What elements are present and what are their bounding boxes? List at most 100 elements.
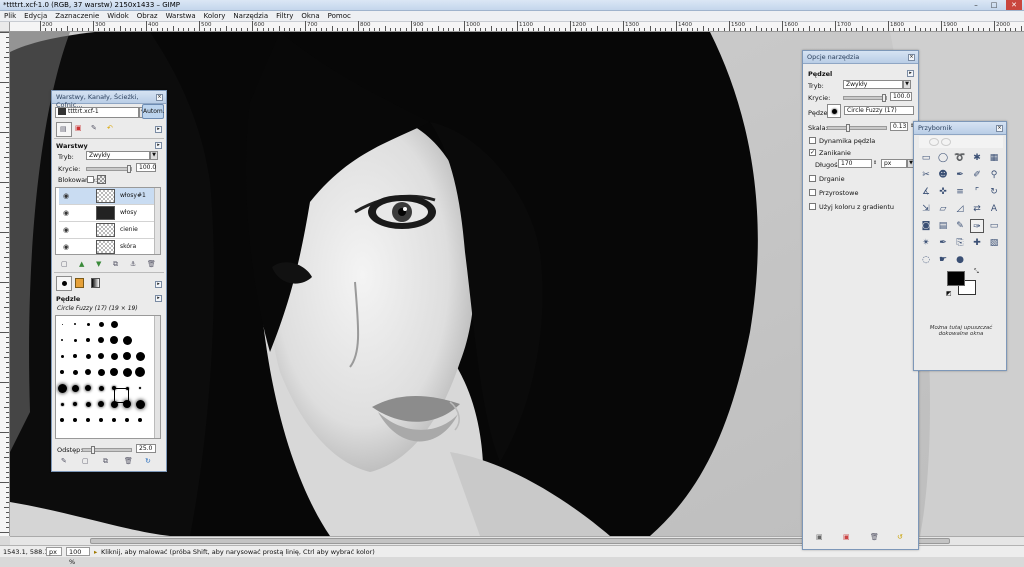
dodge-burn-icon[interactable]: ●: [953, 253, 967, 267]
brush-swatch[interactable]: [98, 353, 104, 359]
brush-swatch[interactable]: [73, 418, 77, 422]
layer-row[interactable]: ◉ skóra: [59, 239, 158, 254]
tab-paths[interactable]: ✎: [88, 122, 104, 137]
menu-view[interactable]: Widok: [103, 11, 133, 22]
brush-swatch[interactable]: [110, 320, 118, 328]
new-layer-icon[interactable]: ▢: [61, 260, 68, 268]
brush-swatch[interactable]: [60, 370, 64, 374]
tool-mode-chevron-icon[interactable]: ▼: [903, 80, 911, 89]
airbrush-icon[interactable]: ✴: [919, 236, 933, 250]
menu-help[interactable]: Pomoc: [324, 11, 355, 22]
auto-button[interactable]: Autom.: [142, 104, 165, 119]
paths-icon[interactable]: ✒: [953, 168, 967, 182]
brush-swatch[interactable]: [138, 418, 142, 422]
brush-swatch[interactable]: [98, 321, 104, 327]
brush-swatch[interactable]: [86, 338, 90, 342]
spacing-slider[interactable]: [82, 446, 132, 454]
align-icon[interactable]: ≡: [953, 185, 967, 199]
brush-swatch[interactable]: [122, 335, 132, 345]
visibility-eye-icon[interactable]: ◉: [63, 226, 69, 234]
brush-swatch[interactable]: [60, 418, 64, 422]
shear-icon[interactable]: ▱: [936, 202, 950, 216]
delete-brush-icon[interactable]: 🗑: [124, 457, 133, 465]
brush-swatch[interactable]: [73, 354, 77, 358]
brush-swatch[interactable]: [85, 353, 91, 359]
rect-select-icon[interactable]: ▭: [919, 151, 933, 165]
brush-dynamics-checkbox[interactable]: [809, 137, 816, 144]
move-icon[interactable]: ✜: [936, 185, 950, 199]
brush-swatch[interactable]: [122, 367, 132, 377]
tool-opacity-slider[interactable]: [843, 94, 887, 102]
eraser-icon[interactable]: ▭: [987, 219, 1001, 233]
duplicate-brush-icon[interactable]: ⧉: [103, 457, 108, 466]
zoom-select[interactable]: 100 %: [66, 547, 90, 566]
jitter-checkbox[interactable]: [809, 175, 816, 182]
scale-icon[interactable]: ⇲: [919, 202, 933, 216]
brush-swatch[interactable]: [60, 402, 64, 406]
restore-options-icon[interactable]: ▣: [843, 533, 850, 541]
brush-swatch[interactable]: [99, 418, 103, 422]
layer-row[interactable]: ◉ cienie: [59, 222, 158, 239]
refresh-brushes-icon[interactable]: ↻: [145, 457, 151, 465]
delete-options-icon[interactable]: 🗑: [870, 533, 879, 541]
tab-undo[interactable]: ↶: [104, 122, 120, 137]
reset-options-icon[interactable]: ↺: [897, 533, 903, 541]
brush-swatch[interactable]: [135, 367, 145, 377]
tab-patterns[interactable]: [72, 276, 88, 291]
brush-grid[interactable]: [55, 315, 161, 439]
anchor-layer-icon[interactable]: ⚓: [130, 260, 136, 268]
length-spin-icon[interactable]: ⇕: [873, 160, 877, 166]
brush-swatch[interactable]: [135, 399, 145, 409]
tab-gradients[interactable]: [88, 276, 104, 291]
tool-options-titlebar[interactable]: Opcje narzędzia ×: [803, 51, 918, 64]
brush-swatch[interactable]: [98, 401, 104, 407]
menu-colors[interactable]: Kolory: [200, 11, 230, 22]
layer-row[interactable]: ◉ włosy#1: [59, 188, 158, 205]
new-brush-icon[interactable]: ▢: [82, 457, 89, 465]
toolbox-titlebar[interactable]: Przybornik ×: [914, 122, 1006, 135]
layers-menu-icon[interactable]: ▸: [155, 142, 162, 149]
toolbox-close-icon[interactable]: ×: [996, 125, 1003, 132]
tab-menu-icon[interactable]: ▸: [155, 126, 162, 133]
brush-swatch[interactable]: [71, 384, 79, 392]
text-icon[interactable]: A: [987, 202, 1001, 216]
spacing-input[interactable]: 25.0: [136, 444, 156, 453]
ellipse-select-icon[interactable]: ◯: [936, 151, 950, 165]
clone-icon[interactable]: ⎘: [953, 236, 967, 250]
tool-opacity-input[interactable]: 100.0: [890, 92, 912, 101]
fuzzy-select-icon[interactable]: ✱: [970, 151, 984, 165]
scale-slider[interactable]: [827, 124, 887, 132]
tab-channels[interactable]: ▣: [72, 122, 88, 137]
maximize-button[interactable]: □: [986, 0, 1002, 10]
brush-swatch[interactable]: [98, 337, 104, 343]
menu-windows[interactable]: Okna: [297, 11, 323, 22]
brush-swatch[interactable]: [125, 418, 129, 422]
scale-input[interactable]: 0.13: [890, 122, 908, 131]
tool-options-menu-icon[interactable]: ▸: [907, 70, 914, 77]
brush-swatch[interactable]: [110, 336, 118, 344]
scissors-icon[interactable]: ✂: [919, 168, 933, 182]
visibility-eye-icon[interactable]: ◉: [63, 192, 69, 200]
brush-grid-scrollbar[interactable]: [154, 316, 160, 438]
perspective-icon[interactable]: ◿: [953, 202, 967, 216]
layers-dock-titlebar[interactable]: Warstwy, Kanały, Ścieżki, Cofnic... ×: [52, 91, 166, 109]
menu-select[interactable]: Zaznaczenie: [51, 11, 103, 22]
layer-opacity-thumb[interactable]: [127, 165, 131, 173]
brush-swatch[interactable]: [86, 322, 90, 326]
tab-layers[interactable]: ▤: [56, 122, 72, 137]
ruler-corner[interactable]: [0, 22, 10, 32]
layers-dock-close-icon[interactable]: ×: [156, 94, 163, 101]
menu-image[interactable]: Obraz: [133, 11, 162, 22]
tool-options-close-icon[interactable]: ×: [908, 54, 915, 61]
ink-icon[interactable]: ✒: [936, 236, 950, 250]
brush-swatch[interactable]: [110, 368, 118, 376]
spacing-thumb[interactable]: [91, 446, 95, 454]
brush-swatch[interactable]: [57, 383, 67, 393]
delete-layer-icon[interactable]: 🗑: [147, 260, 156, 268]
brush-swatch[interactable]: [74, 323, 76, 325]
blend-icon[interactable]: ▤: [936, 219, 950, 233]
brush-swatch[interactable]: [135, 351, 145, 361]
bucket-fill-icon[interactable]: ◙: [919, 219, 933, 233]
close-button[interactable]: ✕: [1006, 0, 1022, 10]
length-unit-select[interactable]: px: [881, 159, 907, 168]
